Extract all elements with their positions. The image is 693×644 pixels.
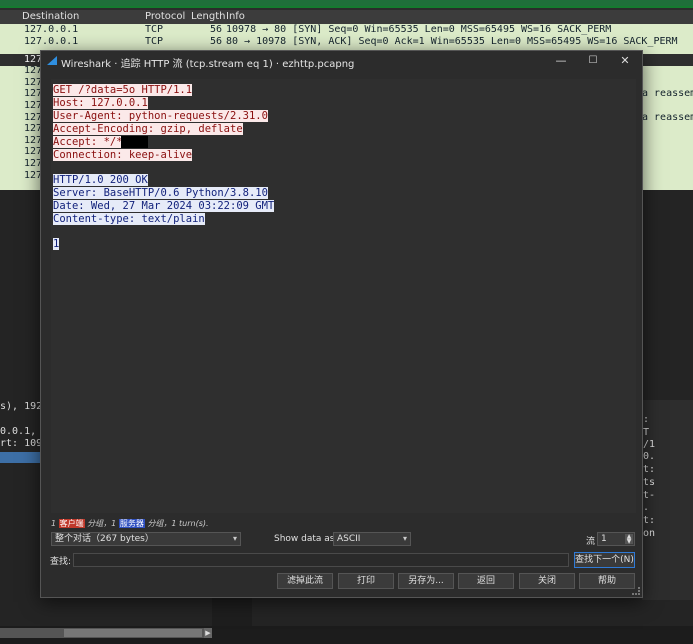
server-line: HTTP/1.0 200 OK [53, 174, 148, 186]
stream-spinbox[interactable]: 1 ▲ ▼ [597, 532, 635, 546]
find-label: 查找: [50, 557, 72, 567]
conversation-select-value: 整个对话（267 bytes） [55, 534, 154, 544]
packet-cell-len: 56 [210, 24, 223, 35]
maximize-icon[interactable]: ☐ [578, 51, 608, 71]
packet-cell-info: a reassem [642, 88, 693, 99]
bytes-line: /1 [643, 439, 656, 450]
print-button[interactable]: 打印 [338, 573, 394, 589]
server-tag: 服务器 [118, 519, 145, 528]
bytes-line: t- [643, 490, 656, 501]
client-line: Accept-Encoding: gzip, deflate [53, 123, 243, 135]
packet-cell-proto: TCP [145, 36, 164, 47]
col-destination[interactable]: Destination [22, 11, 79, 22]
dialog-title: Wireshark · 追踪 HTTP 流 (tcp.stream eq 1) … [61, 59, 355, 70]
wireshark-fin-icon [47, 56, 57, 65]
close-icon[interactable]: ✕ [610, 51, 640, 71]
bytes-line: . [643, 502, 650, 513]
minimize-icon[interactable]: — [546, 51, 576, 71]
col-protocol[interactable]: Protocol [145, 11, 185, 22]
packet-cell-info: 80 → 10978 [SYN, ACK] Seq=0 Ack=1 Win=65… [226, 36, 678, 47]
server-line: Server: BaseHTTP/0.6 Python/3.8.10 [53, 187, 268, 199]
detail-line[interactable]: 0.0.1, [0, 426, 36, 437]
show-data-as-value: ASCII [337, 534, 361, 544]
packet-row[interactable]: 127.0.0.1 TCP 56 10978 → 80 [SYN] Seq=0 Win… [0, 24, 693, 36]
bytes-line: T [643, 427, 650, 438]
stats-prefix: 1 [51, 519, 59, 528]
pane-divider [212, 598, 252, 626]
stream-content-area[interactable]: GET /?data=5o HTTP/1.1 Host: 127.0.0.1 U… [51, 79, 636, 513]
show-data-as-label: Show data as [274, 534, 335, 544]
bytes-line: : [643, 414, 650, 425]
packet-cell-info: a reassem [642, 112, 693, 123]
detail-line[interactable]: s), 192 [0, 401, 42, 412]
packet-cell-info: 10978 → 80 [SYN] Seq=0 Win=65535 Len=0 M… [226, 24, 612, 35]
filter-out-button[interactable]: 滤掉此流 [277, 573, 333, 589]
packet-list-header: Destination Protocol Length Info [0, 10, 693, 24]
dialog-titlebar[interactable]: Wireshark · 追踪 HTTP 流 (tcp.stream eq 1) … [41, 51, 642, 71]
stream-stats: 1 客户端 分组，1 服务器 分组，1 turn(s). [51, 518, 209, 529]
selection-block [121, 136, 148, 148]
help-button[interactable]: 帮助 [579, 573, 635, 589]
bytes-line: t: [643, 515, 656, 526]
resize-grip-icon[interactable] [632, 587, 640, 595]
server-body: 1 [53, 238, 60, 250]
detail-selected-line[interactable] [0, 452, 40, 463]
col-length[interactable]: Length [191, 11, 226, 22]
client-line: Host: 127.0.0.1 [53, 97, 148, 109]
bytes-line: ts [643, 477, 656, 488]
client-line: Connection: keep-alive [53, 149, 193, 161]
stream-label: 流 [586, 537, 596, 547]
packet-cell-proto: TCP [145, 24, 164, 35]
client-tag: 客户端 [58, 519, 85, 528]
save-as-button[interactable]: 另存为... [398, 573, 454, 589]
close-button[interactable]: 关闭 [519, 573, 575, 589]
client-line: GET /?data=5o HTTP/1.1 [53, 84, 193, 96]
col-info[interactable]: Info [226, 11, 245, 22]
bytes-line: t: [643, 464, 656, 475]
back-button[interactable]: 返回 [458, 573, 514, 589]
chevron-down-icon: ▾ [402, 534, 407, 543]
scroll-right-arrow-icon[interactable]: ▶ [204, 628, 212, 638]
packet-cell-dest: 127.0.0.1 [24, 36, 79, 47]
scrollbar-thumb[interactable] [64, 629, 202, 637]
stream-spinbox-value: 1 [601, 534, 607, 544]
title-strip [0, 0, 693, 8]
stats-mid: 分组，1 [84, 519, 119, 528]
find-input[interactable] [73, 553, 569, 567]
packet-cell-len: 56 [210, 36, 223, 47]
spin-arrows-icon[interactable]: ▲ ▼ [625, 534, 633, 545]
packet-cell-dest: 127.0.0.1 [24, 24, 79, 35]
packet-row[interactable]: 127.0.0.1 TCP 56 80 → 10978 [SYN, ACK] Seq=… [0, 36, 693, 48]
chevron-down-icon: ▾ [232, 534, 237, 543]
stats-suffix: 分组，1 turn(s). [144, 519, 209, 528]
follow-http-stream-dialog: Wireshark · 追踪 HTTP 流 (tcp.stream eq 1) … [40, 50, 643, 598]
server-line: Date: Wed, 27 Mar 2024 03:22:09 GMT [53, 200, 275, 212]
server-line: Content-type: text/plain [53, 213, 205, 225]
client-line: User-Agent: python-requests/2.31.0 [53, 110, 268, 122]
bytes-line: 0. [643, 451, 656, 462]
find-next-button[interactable]: 查找下一个(N) [574, 552, 635, 568]
conversation-select[interactable]: 整个对话（267 bytes） ▾ [51, 532, 241, 546]
show-data-as-select[interactable]: ASCII ▾ [333, 532, 411, 546]
bytes-line: on [643, 528, 656, 539]
client-line: Accept: */* [53, 136, 123, 148]
